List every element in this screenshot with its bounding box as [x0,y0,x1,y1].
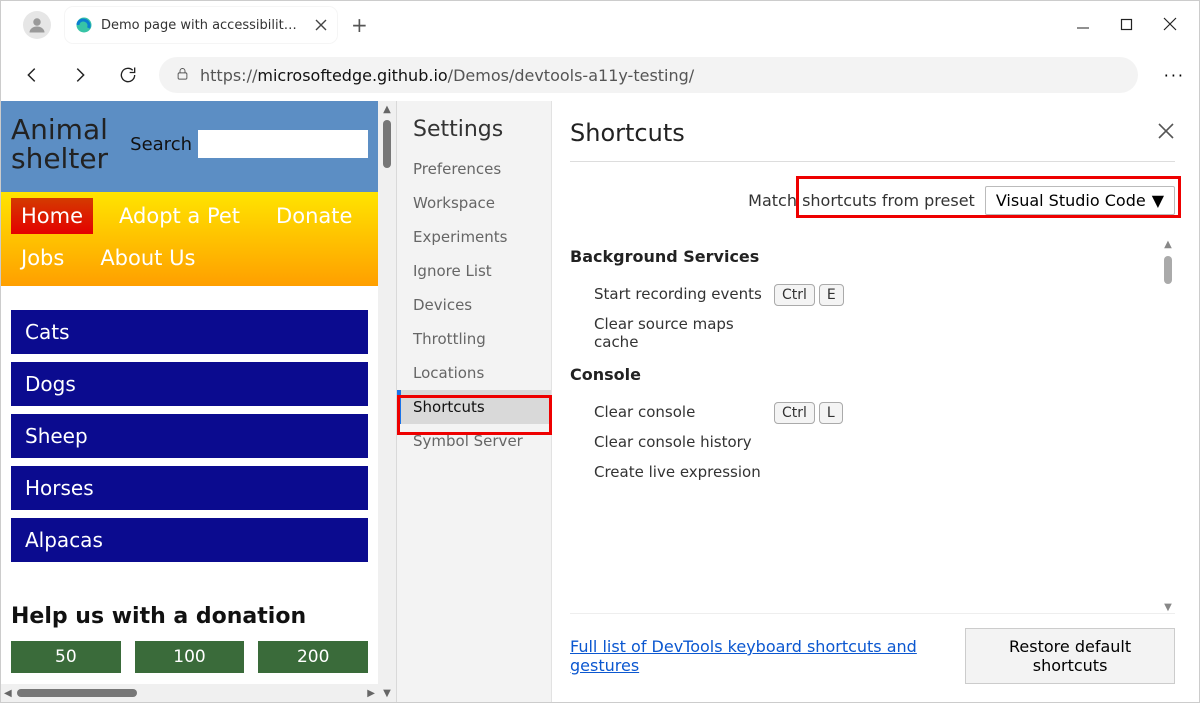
search-label: Search [130,134,192,155]
url-text: https://microsoftedge.github.io/Demos/de… [200,66,694,85]
address-bar[interactable]: https://microsoftedge.github.io/Demos/de… [159,57,1138,93]
restore-defaults-button[interactable]: Restore default shortcuts [965,628,1175,684]
keyboard-key: E [819,284,844,306]
nav-item-about-us[interactable]: About Us [90,240,205,276]
shortcut-name: Create live expression [594,463,774,481]
scroll-right-icon[interactable]: ▶ [364,688,378,699]
settings-page-title: Shortcuts [570,119,685,147]
settings-nav-devices[interactable]: Devices [397,288,551,322]
scroll-thumb[interactable] [383,120,391,168]
animal-item-cats[interactable]: Cats [11,310,368,354]
settings-nav-shortcuts[interactable]: Shortcuts [397,390,551,424]
scroll-down-icon[interactable]: ▼ [383,685,391,702]
edge-icon [75,16,93,34]
settings-main: Shortcuts Match shortcuts from preset Vi… [552,101,1199,702]
shortcut-name: Start recording events [594,285,774,303]
nav-item-donate[interactable]: Donate [266,198,362,234]
tab-close-icon[interactable] [315,16,327,35]
section-heading: Console [570,365,1175,384]
scroll-left-icon[interactable]: ◀ [1,688,15,699]
refresh-button[interactable] [111,58,145,92]
preset-label: Match shortcuts from preset [748,191,975,210]
scroll-down-icon[interactable]: ▼ [1164,602,1172,613]
settings-nav-locations[interactable]: Locations [397,356,551,390]
section-heading: Background Services [570,247,1175,266]
shortcut-name: Clear console [594,403,774,421]
animal-item-horses[interactable]: Horses [11,466,368,510]
keyboard-key: Ctrl [774,284,815,306]
settings-nav-preferences[interactable]: Preferences [397,152,551,186]
donate-button-100[interactable]: 100 [135,641,245,673]
scroll-thumb-h[interactable] [17,689,137,697]
search-input[interactable] [198,130,368,158]
donation-heading: Help us with a donation [1,586,378,641]
settings-footer: Full list of DevTools keyboard shortcuts… [570,613,1175,702]
window-minimize-icon[interactable] [1076,16,1090,35]
settings-sidebar: Settings PreferencesWorkspaceExperiments… [397,101,552,702]
site-horizontal-scrollbar[interactable]: ◀ ▶ [1,684,378,702]
shortcut-row: Start recording eventsCtrlE [570,278,1175,309]
donate-button-50[interactable]: 50 [11,641,121,673]
animal-list: Cats Dogs Sheep Horses Alpacas [1,286,378,586]
preset-row: Match shortcuts from preset Visual Studi… [570,186,1175,215]
settings-nav-ignore-list[interactable]: Ignore List [397,254,551,288]
nav-item-jobs[interactable]: Jobs [11,240,74,276]
preset-dropdown[interactable]: Visual Studio Code ▼ [985,186,1175,215]
divider [570,161,1175,162]
settings-title: Settings [397,117,551,152]
animal-item-alpacas[interactable]: Alpacas [11,518,368,562]
shortcut-name: Clear source maps cache [594,315,774,351]
full-shortcuts-link[interactable]: Full list of DevTools keyboard shortcuts… [570,637,945,675]
settings-nav-workspace[interactable]: Workspace [397,186,551,220]
preset-value: Visual Studio Code [996,191,1146,210]
shortcut-row: Clear source maps cache [570,309,1175,357]
tab-title: Demo page with accessibility issue [101,18,301,33]
site-vertical-scrollbar[interactable]: ▲ ▼ [378,101,396,702]
scroll-up-icon[interactable]: ▲ [1164,239,1172,250]
site-nav: Home Adopt a Pet Donate Jobs About Us [1,192,378,286]
forward-button[interactable] [63,58,97,92]
browser-toolbar: https://microsoftedge.github.io/Demos/de… [1,49,1199,101]
scroll-up-icon[interactable]: ▲ [383,101,391,118]
settings-nav-symbol-server[interactable]: Symbol Server [397,424,551,458]
profile-avatar[interactable] [23,11,51,39]
window-maximize-icon[interactable] [1120,16,1133,35]
shortcut-name: Clear console history [594,433,774,451]
donate-button-200[interactable]: 200 [258,641,368,673]
close-settings-button[interactable] [1157,121,1175,146]
back-button[interactable] [15,58,49,92]
devtools-vertical-scrollbar[interactable]: ▲ ▼ [1161,239,1175,613]
new-tab-button[interactable]: + [351,13,368,37]
shortcut-row: Create live expression [570,457,1175,487]
lock-icon [175,66,190,85]
browser-tab[interactable]: Demo page with accessibility issue [65,7,337,43]
animal-item-dogs[interactable]: Dogs [11,362,368,406]
donation-row: 50 100 200 [1,641,378,673]
site-header: Animal shelter Search [1,101,378,192]
window-titlebar: Demo page with accessibility issue + [1,1,1199,49]
settings-nav-experiments[interactable]: Experiments [397,220,551,254]
devtools-panel: Settings PreferencesWorkspaceExperiments… [396,101,1199,702]
shortcut-row: Clear console history [570,427,1175,457]
animal-item-sheep[interactable]: Sheep [11,414,368,458]
scroll-thumb[interactable] [1164,256,1172,284]
browser-menu-button[interactable]: ··· [1164,66,1185,85]
site-title: Animal shelter [11,115,108,174]
chevron-down-icon: ▼ [1152,191,1164,210]
keyboard-key: L [819,402,843,424]
shortcuts-scroll-area: Background Services Start recording event… [570,239,1175,613]
website-viewport: Animal shelter Search Home Adopt a Pet Don… [1,101,396,702]
keyboard-key: Ctrl [774,402,815,424]
shortcut-row: Clear consoleCtrlL [570,396,1175,427]
nav-item-home[interactable]: Home [11,198,93,234]
nav-item-adopt-a-pet[interactable]: Adopt a Pet [109,198,250,234]
settings-nav-throttling[interactable]: Throttling [397,322,551,356]
window-close-icon[interactable] [1163,16,1177,35]
